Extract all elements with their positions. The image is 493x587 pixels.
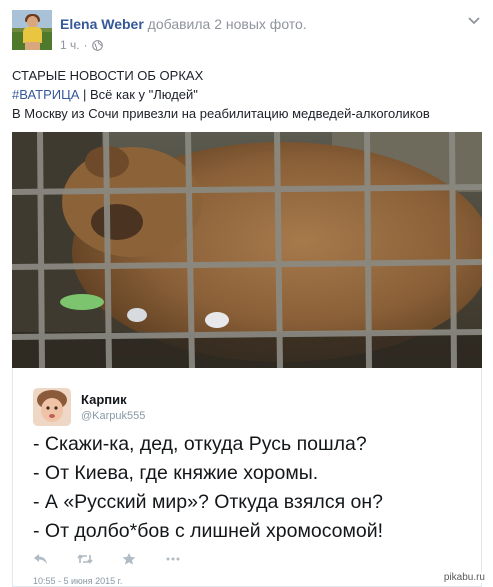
tweet-author-name[interactable]: Карпик — [81, 392, 127, 407]
meta-separator: · — [83, 38, 88, 52]
tweet-avatar[interactable] — [33, 388, 71, 426]
author-name[interactable]: Elena Weber — [60, 16, 144, 32]
hashtag-link[interactable]: #ВАТРИЦА — [12, 87, 79, 102]
pikabu-watermark: pikabu.ru — [441, 572, 487, 583]
post-photo-bear[interactable] — [12, 132, 482, 368]
tweet-date[interactable]: 10:55 - 5 июня 2015 г. — [33, 576, 122, 586]
post-header: Elena Weber добавила 2 новых фото. 1 ч. … — [12, 10, 482, 54]
tweet-line: - От долбо*бов с лишней хромосомой! — [33, 520, 384, 542]
post-text-line-3: В Москву из Сочи привезли на реабилитаци… — [12, 106, 430, 121]
retweet-icon[interactable] — [77, 552, 93, 566]
post-time[interactable]: 1 ч. — [60, 38, 80, 52]
reply-icon[interactable] — [33, 552, 49, 566]
author-avatar[interactable] — [12, 10, 52, 50]
tweet-card[interactable]: Карпик @Karpuk555 - Скажи-ка, дед, откуд… — [12, 368, 482, 587]
tweet-body: - Скажи-ка, дед, откуда Русь пошла? - От… — [33, 430, 478, 546]
tweet-line: - Скажи-ка, дед, откуда Русь пошла? — [33, 433, 367, 455]
post-meta: 1 ч. · — [60, 38, 103, 52]
post-action-text: добавила 2 новых фото. — [147, 16, 307, 32]
tweet-line: - От Киева, где княжие хоромы. — [33, 462, 319, 484]
more-icon[interactable] — [165, 552, 181, 566]
tweet-actions — [33, 552, 181, 566]
post-text: СТАРЫЕ НОВОСТИ ОБ ОРКАХ #ВАТРИЦА | Всё к… — [12, 66, 482, 123]
chevron-down-icon[interactable] — [466, 12, 482, 28]
author-line: Elena Weber добавила 2 новых фото. — [60, 16, 307, 32]
globe-icon[interactable] — [91, 39, 103, 51]
like-icon[interactable] — [121, 552, 137, 566]
post-text-line-2-rest: | Всё как у "Людей" — [79, 87, 198, 102]
tweet-line: - А «Русский мир»? Откуда взялся он? — [33, 491, 384, 513]
tweet-author-handle[interactable]: @Karpuk555 — [81, 410, 145, 422]
post-text-line-2: #ВАТРИЦА | Всё как у "Людей" — [12, 85, 482, 104]
post-text-line-1: СТАРЫЕ НОВОСТИ ОБ ОРКАХ — [12, 68, 204, 83]
